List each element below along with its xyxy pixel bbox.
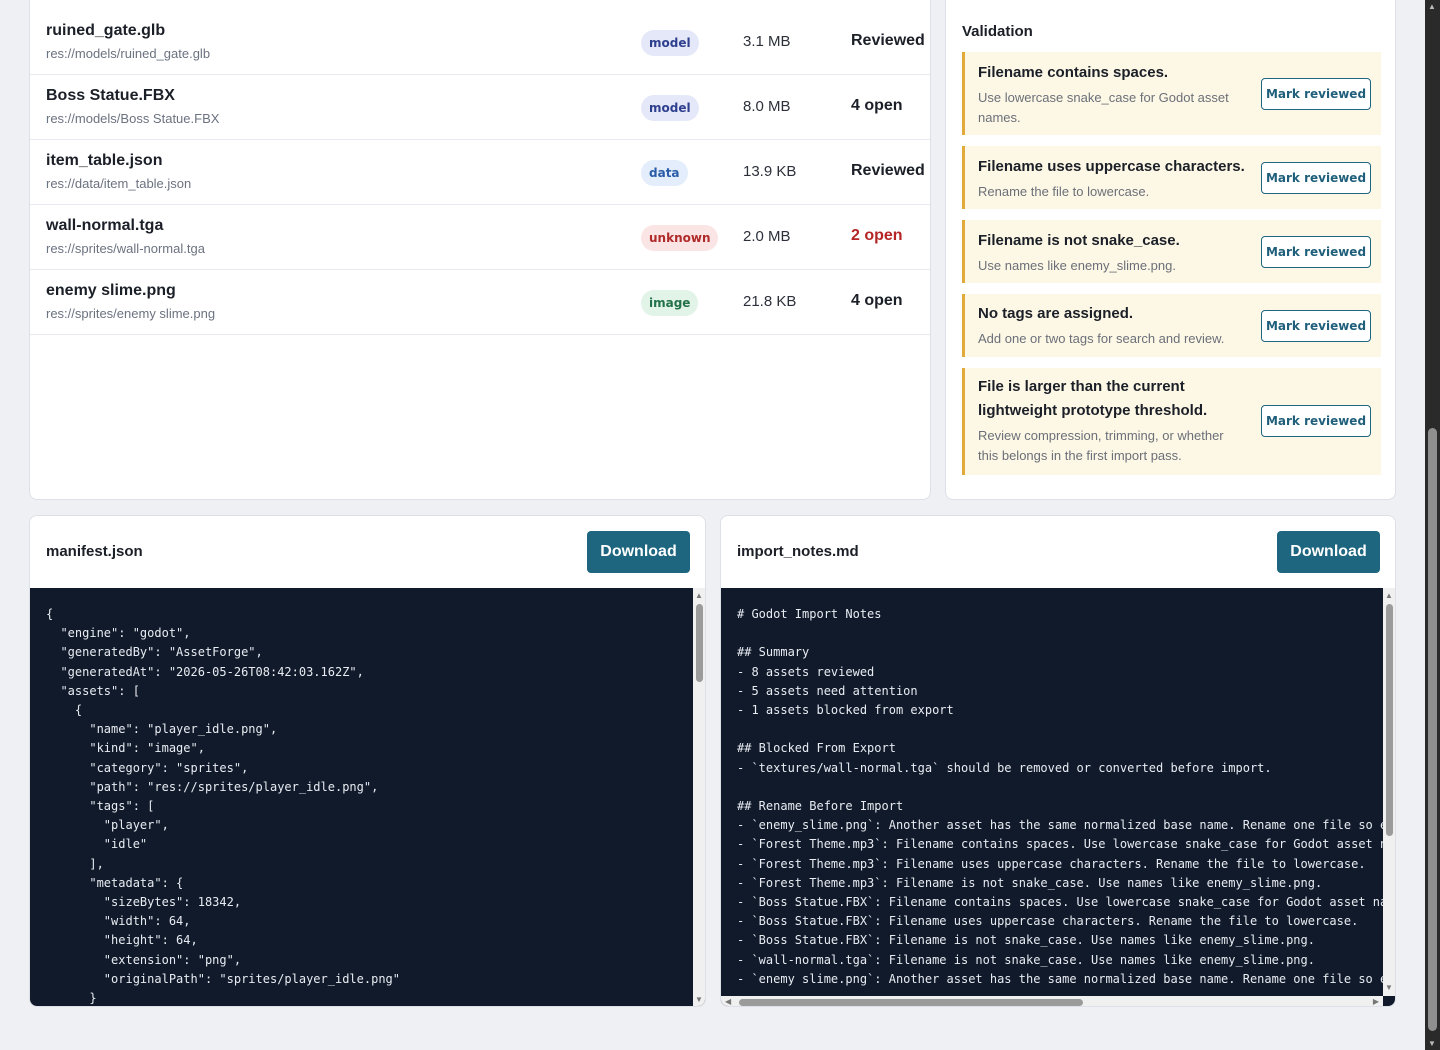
asset-row[interactable]: ruined_gate.glb res://models/ruined_gate… (30, 10, 930, 75)
download-button[interactable]: Download (587, 531, 690, 573)
asset-name: Boss Statue.FBX (46, 87, 175, 104)
page-scrollbar-thumb[interactable] (1428, 428, 1437, 1031)
asset-size: 3.1 MB (743, 33, 791, 50)
issue-title: File is larger than the current lightwei… (978, 378, 1208, 419)
validation-issue: Filename contains spaces. Use lowercase … (962, 52, 1381, 135)
issue-title: Filename contains spaces. (978, 64, 1169, 81)
asset-status: 4 open (851, 292, 903, 309)
manifest-file-panel: manifest.json Download { "engine": "godo… (29, 515, 706, 1007)
mark-reviewed-button[interactable]: Mark reviewed (1261, 405, 1371, 437)
kind-badge: model (641, 30, 699, 56)
validation-panel: Validation Filename contains spaces. Use… (945, 0, 1396, 500)
asset-path: res://sprites/wall-normal.tga (46, 241, 205, 256)
file-header: manifest.json Download (30, 516, 705, 588)
code-viewer[interactable]: # Godot Import Notes ## Summary - 8 asse… (721, 588, 1395, 1006)
kind-badge: model (641, 95, 699, 121)
kind-badge: data (641, 160, 688, 186)
issue-description: Rename the file to lowercase. (978, 184, 1150, 199)
asset-size: 8.0 MB (743, 98, 791, 115)
asset-path: res://models/ruined_gate.glb (46, 46, 211, 61)
scroll-up-arrow-icon[interactable]: ▲ (1385, 591, 1393, 601)
asset-path: res://data/item_table.json (46, 176, 192, 191)
asset-path: res://sprites/enemy slime.png (46, 306, 216, 321)
issue-title: No tags are assigned. (978, 305, 1134, 322)
asset-status: 2 open (851, 227, 903, 244)
scroll-down-arrow-icon[interactable]: ▼ (1385, 983, 1393, 993)
asset-size: 2.0 MB (743, 228, 791, 245)
validation-title: Validation (962, 23, 1033, 40)
issue-title: Filename uses uppercase characters. (978, 158, 1245, 175)
asset-row[interactable]: item_table.json res://data/item_table.js… (30, 140, 930, 205)
scrollbar-thumb[interactable] (739, 999, 1083, 1006)
asset-row[interactable]: enemy slime.png res://sprites/enemy slim… (30, 270, 930, 335)
issue-description: Add one or two tags for search and revie… (978, 331, 1225, 346)
validation-issue: No tags are assigned. Add one or two tag… (962, 294, 1381, 357)
validation-issue: Filename uses uppercase characters. Rena… (962, 146, 1381, 209)
scroll-down-arrow-icon[interactable]: ▼ (1428, 1039, 1436, 1048)
vertical-scrollbar[interactable]: ▲ ▼ (693, 588, 705, 1006)
asset-row[interactable]: Boss Statue.FBX res://models/Boss Statue… (30, 75, 930, 140)
mark-reviewed-button[interactable]: Mark reviewed (1261, 236, 1371, 268)
asset-status: 4 open (851, 97, 903, 114)
code-content: { "engine": "godot", "generatedBy": "Ass… (46, 607, 401, 1006)
asset-size: 13.9 KB (743, 163, 797, 180)
file-title: manifest.json (46, 543, 143, 560)
mark-reviewed-button[interactable]: Mark reviewed (1261, 310, 1371, 342)
asset-name: wall-normal.tga (46, 217, 164, 234)
kind-badge: image (641, 290, 699, 316)
issue-description: Use lowercase snake_case for Godot asset… (978, 90, 1229, 125)
asset-list-panel: ruined_gate.glb res://models/ruined_gate… (29, 0, 931, 500)
issue-title: Filename is not snake_case. (978, 232, 1180, 249)
scrollbar-thumb[interactable] (696, 604, 703, 682)
issue-description: Use names like enemy_slime.png. (978, 258, 1176, 273)
vertical-scrollbar[interactable]: ▲ ▼ (1383, 588, 1395, 996)
kind-badge: unknown (641, 225, 719, 251)
scroll-left-arrow-icon[interactable]: ◀ (725, 997, 731, 1006)
asset-row[interactable]: wall-normal.tga res://sprites/wall-norma… (30, 205, 930, 270)
download-button[interactable]: Download (1277, 531, 1380, 573)
scroll-up-arrow-icon[interactable]: ▲ (695, 591, 703, 601)
horizontal-scrollbar[interactable]: ◀ ▶ (721, 996, 1383, 1006)
page-scrollbar[interactable]: ▲ ▼ (1425, 0, 1440, 1050)
mark-reviewed-button[interactable]: Mark reviewed (1261, 162, 1371, 194)
code-content: # Godot Import Notes ## Summary - 8 asse… (737, 607, 1395, 986)
asset-size: 21.8 KB (743, 293, 797, 310)
scroll-down-arrow-icon[interactable]: ▼ (695, 995, 703, 1005)
asset-status: Reviewed (851, 162, 925, 179)
file-title: import_notes.md (737, 543, 859, 560)
mark-reviewed-button[interactable]: Mark reviewed (1261, 78, 1371, 110)
asset-name: enemy slime.png (46, 282, 176, 299)
notes-file-panel: import_notes.md Download # Godot Import … (720, 515, 1396, 1007)
scroll-right-arrow-icon[interactable]: ▶ (1373, 997, 1379, 1006)
code-viewer[interactable]: { "engine": "godot", "generatedBy": "Ass… (30, 588, 705, 1006)
asset-status: Reviewed (851, 32, 925, 49)
asset-name: ruined_gate.glb (46, 22, 166, 39)
scrollbar-thumb[interactable] (1386, 604, 1393, 836)
scroll-up-arrow-icon[interactable]: ▲ (1428, 2, 1436, 11)
file-header: import_notes.md Download (721, 516, 1395, 588)
validation-issue: Filename is not snake_case. Use names li… (962, 220, 1381, 283)
issue-description: Review compression, trimming, or whether… (978, 428, 1224, 463)
asset-name: item_table.json (46, 152, 163, 169)
validation-issue: File is larger than the current lightwei… (962, 368, 1381, 475)
asset-path: res://models/Boss Statue.FBX (46, 111, 220, 126)
